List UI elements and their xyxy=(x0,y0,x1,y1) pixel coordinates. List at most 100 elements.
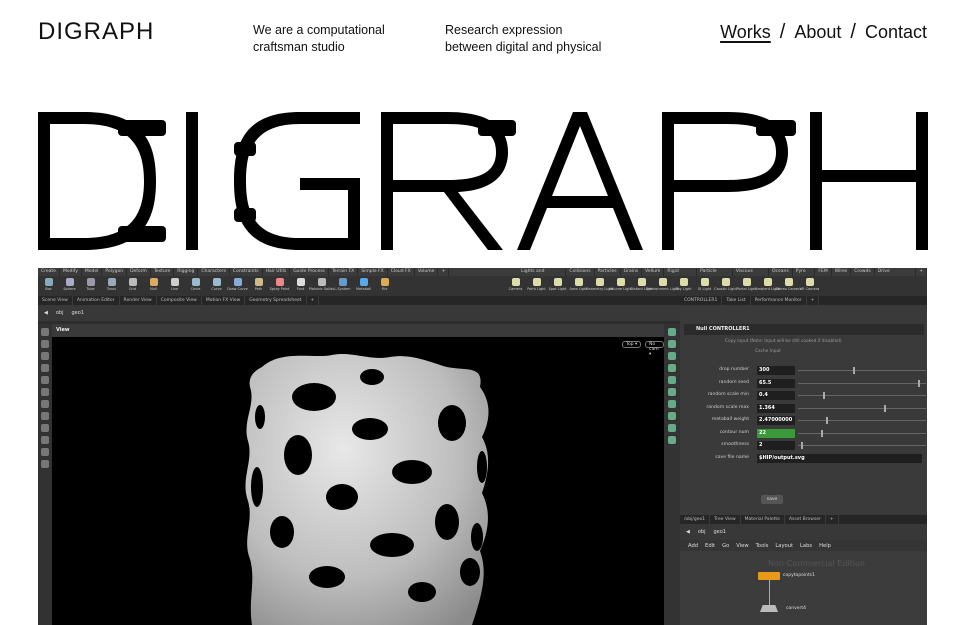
shelf-tool[interactable]: Curve xyxy=(206,276,227,296)
shelf-tool[interactable]: Platonic Solids xyxy=(309,276,334,296)
shading-icon[interactable] xyxy=(668,352,676,360)
network-menu-item[interactable]: Add xyxy=(688,543,698,549)
shelf-tool[interactable]: Null xyxy=(143,276,164,296)
network-menu-item[interactable]: Go xyxy=(722,543,729,549)
no-cam-menu[interactable]: No cam ▾ xyxy=(645,341,664,357)
shelf-tool[interactable]: Volume Light xyxy=(609,276,632,296)
pane-tab[interactable]: Geometry Spreadsheet xyxy=(245,296,307,305)
pane-tab[interactable]: Composite View xyxy=(157,296,202,305)
shelf-tool[interactable]: Portal Light xyxy=(736,276,757,296)
network-menu-item[interactable]: Labs xyxy=(800,543,812,549)
pane-tab[interactable]: Motion FX View xyxy=(202,296,246,305)
shelf-tab[interactable]: Texture xyxy=(151,268,175,276)
param-slider-track[interactable] xyxy=(798,395,926,396)
network-menu-item[interactable]: Edit xyxy=(705,543,715,549)
node-convert[interactable] xyxy=(760,605,778,612)
home-icon[interactable] xyxy=(668,328,676,336)
param-slider-knob[interactable] xyxy=(820,429,823,437)
handle-tool-icon[interactable] xyxy=(41,376,49,384)
back-arrow-icon[interactable]: ◀ xyxy=(686,529,690,535)
shelf-tab[interactable]: Guide Process xyxy=(290,268,329,276)
network-menu-item[interactable]: View xyxy=(736,543,748,549)
move-tool-icon[interactable] xyxy=(41,340,49,348)
shelf-tool[interactable]: Line xyxy=(164,276,185,296)
frame-icon[interactable] xyxy=(668,340,676,348)
view-top-menu[interactable]: Top ▾ xyxy=(622,341,642,348)
pane-tab[interactable]: Take List xyxy=(722,296,751,305)
shelf-tool[interactable]: Sphere xyxy=(59,276,80,296)
shelf-tab[interactable]: Simple FX xyxy=(358,268,388,276)
pane-tab[interactable]: CONTROLLER1 xyxy=(680,296,723,305)
shelf-tool[interactable]: Font xyxy=(290,276,311,296)
param-slider-track[interactable] xyxy=(798,370,926,371)
back-arrow-icon[interactable]: ◀ xyxy=(44,310,48,316)
param-value-field[interactable]: 2.47000000 xyxy=(757,416,795,425)
points-icon[interactable] xyxy=(668,376,676,384)
shelf-tool[interactable]: Spot Light xyxy=(547,276,568,296)
shelf-tool[interactable]: Draw Curve xyxy=(227,276,248,296)
pane-tab[interactable]: + xyxy=(807,296,820,305)
node-copytopoints[interactable] xyxy=(758,572,780,580)
net-path-geo[interactable]: geo1 xyxy=(713,529,726,535)
param-value-field[interactable]: 2 xyxy=(757,441,795,450)
nav-contact[interactable]: Contact xyxy=(865,22,927,43)
shelf-tool[interactable]: Grid xyxy=(122,276,143,296)
wireframe-icon[interactable] xyxy=(668,364,676,372)
shelf-tool[interactable]: Geometry Light xyxy=(586,276,613,296)
grid-icon[interactable] xyxy=(668,412,676,420)
pose-tool-icon[interactable] xyxy=(41,388,49,396)
net-path-obj[interactable]: obj xyxy=(698,529,706,535)
display-tool-icon[interactable] xyxy=(41,448,49,456)
camera-tool-icon[interactable] xyxy=(41,436,49,444)
param-slider-knob[interactable] xyxy=(853,367,856,374)
normals-icon[interactable] xyxy=(668,388,676,396)
shelf-tool[interactable]: VR Camera xyxy=(799,276,820,296)
copy-input-note[interactable]: Copy Input (Note: Input will be still co… xyxy=(725,339,842,344)
network-tab[interactable]: Tree View xyxy=(710,515,741,524)
shelf-tool[interactable]: Box xyxy=(38,276,59,296)
param-slider-knob[interactable] xyxy=(823,392,826,399)
shelf-tool[interactable]: Circle xyxy=(185,276,206,296)
shelf-tool[interactable]: File xyxy=(374,276,395,296)
snap-tool-icon[interactable] xyxy=(41,400,49,408)
shelf-tab[interactable]: Model xyxy=(82,268,103,276)
shelf-tab[interactable]: Polygon xyxy=(102,268,128,276)
shelf-tab[interactable]: Create xyxy=(38,268,60,276)
shelf-tool[interactable]: Area Light xyxy=(568,276,589,296)
shelf-tool[interactable]: Sky Light xyxy=(673,276,694,296)
network-tab[interactable]: Asset Browser xyxy=(785,515,826,524)
shelf-tool[interactable]: Ambient Light xyxy=(755,276,780,296)
shelf-tool[interactable]: Caustic Light xyxy=(714,276,737,296)
light-tool-icon[interactable] xyxy=(41,424,49,432)
param-value-field[interactable]: 1.364 xyxy=(757,403,795,413)
pane-tab[interactable]: Render View xyxy=(120,296,157,305)
shelf-tool[interactable]: Metaball xyxy=(353,276,374,296)
shelf-tab[interactable]: + xyxy=(438,268,450,276)
param-slider-knob[interactable] xyxy=(883,404,886,412)
param-value-field[interactable]: 65.5 xyxy=(757,378,795,388)
param-slider-knob[interactable] xyxy=(917,379,920,387)
shelf-tab[interactable]: Cloud FX xyxy=(388,268,415,276)
nav-works[interactable]: Works xyxy=(720,22,771,43)
shelf-tool[interactable]: Path xyxy=(248,276,269,296)
shelf-tool[interactable]: L-System xyxy=(332,276,353,296)
pane-tab[interactable]: Animation Editor xyxy=(73,296,120,305)
shelf-tool[interactable]: Distant Light xyxy=(630,276,653,296)
param-slider-knob[interactable] xyxy=(825,417,828,424)
nav-about[interactable]: About xyxy=(794,22,841,43)
ghost-icon[interactable] xyxy=(668,400,676,408)
network-tab[interactable]: Material Palette xyxy=(741,515,785,524)
pane-tab[interactable]: + xyxy=(307,296,320,305)
param-slider-track[interactable] xyxy=(798,382,926,384)
rotate-tool-icon[interactable] xyxy=(41,352,49,360)
shelf-tool[interactable]: Camera xyxy=(505,276,526,296)
shelf-tab[interactable]: Rigging xyxy=(174,268,199,276)
site-logo[interactable]: DIGRAPH xyxy=(38,20,154,44)
render-tool-icon[interactable] xyxy=(41,460,49,468)
shelf-tab[interactable]: Volume xyxy=(415,268,439,276)
cache-input-note[interactable]: Cache Input xyxy=(755,349,781,354)
shelf-tab[interactable]: Deform xyxy=(127,268,151,276)
param-value-field[interactable]: $HIP/output.svg xyxy=(757,453,922,463)
view-tool-icon[interactable] xyxy=(41,412,49,420)
3d-viewport[interactable]: Top ▾ No cam ▾ xyxy=(52,337,664,625)
